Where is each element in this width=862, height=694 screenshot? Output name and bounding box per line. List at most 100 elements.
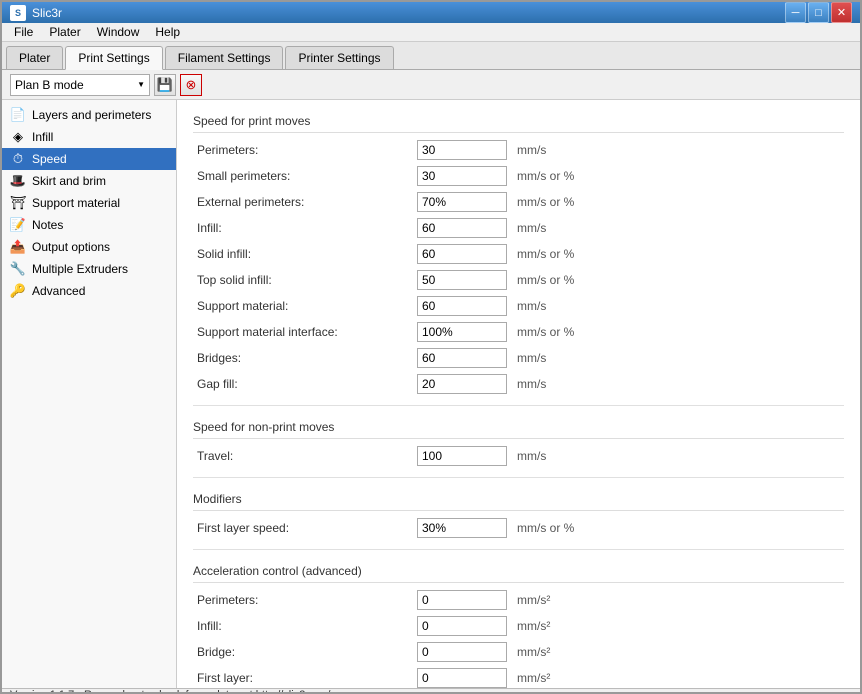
app-icon: S: [10, 5, 26, 21]
menu-bar: File Plater Window Help: [2, 23, 860, 42]
row-unit: mm/s: [513, 293, 844, 319]
dropdown-arrow-icon: ▼: [137, 80, 145, 89]
table-row: Perimeters: mm/s²: [193, 587, 844, 613]
status-text: Version 1.1.7 - Remember to check for up…: [10, 689, 330, 694]
bridges-input[interactable]: [417, 348, 507, 368]
accel-first-layer-input[interactable]: [417, 668, 507, 688]
sidebar-item-speed[interactable]: ⏱ Speed: [2, 148, 176, 170]
row-unit: mm/s: [513, 443, 844, 469]
tab-print-settings[interactable]: Print Settings: [65, 46, 162, 70]
perimeters-input[interactable]: [417, 140, 507, 160]
tab-plater[interactable]: Plater: [6, 46, 63, 69]
sidebar-label-support: Support material: [32, 196, 120, 210]
sidebar-label-layers: Layers and perimeters: [32, 108, 151, 122]
divider: [193, 477, 844, 478]
row-label: Infill:: [193, 215, 413, 241]
accel-bridge-input[interactable]: [417, 642, 507, 662]
row-unit: mm/s or %: [513, 163, 844, 189]
row-label: Support material interface:: [193, 319, 413, 345]
speed-nonprint-table: Travel: mm/s: [193, 443, 844, 469]
table-row: External perimeters: mm/s or %: [193, 189, 844, 215]
table-row: Support material: mm/s: [193, 293, 844, 319]
row-unit: mm/s: [513, 137, 844, 163]
acceleration-table: Perimeters: mm/s² Infill: mm/s² Bridge: …: [193, 587, 844, 688]
travel-input[interactable]: [417, 446, 507, 466]
sidebar-item-layers[interactable]: 📄 Layers and perimeters: [2, 104, 176, 126]
sidebar-item-advanced[interactable]: 🔑 Advanced: [2, 280, 176, 302]
table-row: First layer speed: mm/s or %: [193, 515, 844, 541]
menu-plater[interactable]: Plater: [41, 23, 88, 41]
accel-perimeters-input[interactable]: [417, 590, 507, 610]
sidebar-label-notes: Notes: [32, 218, 63, 232]
support-material-input[interactable]: [417, 296, 507, 316]
support-icon: ⛩: [10, 195, 26, 211]
skirt-icon: 🎩: [10, 173, 26, 189]
table-row: Top solid infill: mm/s or %: [193, 267, 844, 293]
sidebar-item-support[interactable]: ⛩ Support material: [2, 192, 176, 214]
section-header-speed-print: Speed for print moves: [193, 108, 844, 133]
row-unit: mm/s: [513, 215, 844, 241]
sidebar-label-speed: Speed: [32, 152, 67, 166]
modifiers-table: First layer speed: mm/s or %: [193, 515, 844, 541]
table-row: Infill: mm/s²: [193, 613, 844, 639]
table-row: Support material interface: mm/s or %: [193, 319, 844, 345]
sidebar-item-notes[interactable]: 📝 Notes: [2, 214, 176, 236]
infill-speed-input[interactable]: [417, 218, 507, 238]
table-row: Small perimeters: mm/s or %: [193, 163, 844, 189]
window-title: Slic3r: [32, 6, 62, 20]
row-unit: mm/s²: [513, 639, 844, 665]
menu-help[interactable]: Help: [147, 23, 188, 41]
speed-icon: ⏱: [10, 151, 26, 167]
small-perimeters-input[interactable]: [417, 166, 507, 186]
window-controls: ─ □ ✕: [785, 2, 852, 23]
first-layer-speed-input[interactable]: [417, 518, 507, 538]
delete-button[interactable]: ⊗: [180, 74, 202, 96]
support-interface-input[interactable]: [417, 322, 507, 342]
sidebar-item-extruders[interactable]: 🔧 Multiple Extruders: [2, 258, 176, 280]
table-row: Perimeters: mm/s: [193, 137, 844, 163]
profile-dropdown[interactable]: Plan B mode ▼: [10, 74, 150, 96]
row-unit: mm/s²: [513, 613, 844, 639]
sidebar-item-output[interactable]: 📤 Output options: [2, 236, 176, 258]
sidebar-label-skirt: Skirt and brim: [32, 174, 106, 188]
table-row: Travel: mm/s: [193, 443, 844, 469]
tab-printer-settings[interactable]: Printer Settings: [285, 46, 393, 69]
maximize-button[interactable]: □: [808, 2, 829, 23]
sidebar-item-infill[interactable]: ◈ Infill: [2, 126, 176, 148]
table-row: Bridge: mm/s²: [193, 639, 844, 665]
section-header-speed-nonprint: Speed for non-print moves: [193, 414, 844, 439]
save-button[interactable]: 💾: [154, 74, 176, 96]
solid-infill-input[interactable]: [417, 244, 507, 264]
table-row: Gap fill: mm/s: [193, 371, 844, 397]
row-unit: mm/s²: [513, 587, 844, 613]
sidebar-label-extruders: Multiple Extruders: [32, 262, 128, 276]
output-icon: 📤: [10, 239, 26, 255]
menu-window[interactable]: Window: [89, 23, 148, 41]
minimize-button[interactable]: ─: [785, 2, 806, 23]
content-panel: Speed for print moves Perimeters: mm/s S…: [177, 100, 860, 688]
tab-filament-settings[interactable]: Filament Settings: [165, 46, 284, 69]
row-label: First layer:: [193, 665, 413, 688]
table-row: Infill: mm/s: [193, 215, 844, 241]
close-button[interactable]: ✕: [831, 2, 852, 23]
row-unit: mm/s or %: [513, 515, 844, 541]
title-bar: S Slic3r ─ □ ✕: [2, 2, 860, 23]
gap-fill-input[interactable]: [417, 374, 507, 394]
table-row: Solid infill: mm/s or %: [193, 241, 844, 267]
row-label: Infill:: [193, 613, 413, 639]
sidebar: 📄 Layers and perimeters ◈ Infill ⏱ Speed…: [2, 100, 177, 688]
row-unit: mm/s²: [513, 665, 844, 688]
accel-infill-input[interactable]: [417, 616, 507, 636]
row-label: Support material:: [193, 293, 413, 319]
row-unit: mm/s: [513, 371, 844, 397]
sidebar-label-output: Output options: [32, 240, 110, 254]
row-label: Solid infill:: [193, 241, 413, 267]
row-label: Perimeters:: [193, 587, 413, 613]
top-solid-infill-input[interactable]: [417, 270, 507, 290]
row-label: Small perimeters:: [193, 163, 413, 189]
main-area: 📄 Layers and perimeters ◈ Infill ⏱ Speed…: [2, 100, 860, 688]
row-label: First layer speed:: [193, 515, 413, 541]
external-perimeters-input[interactable]: [417, 192, 507, 212]
sidebar-item-skirt[interactable]: 🎩 Skirt and brim: [2, 170, 176, 192]
menu-file[interactable]: File: [6, 23, 41, 41]
